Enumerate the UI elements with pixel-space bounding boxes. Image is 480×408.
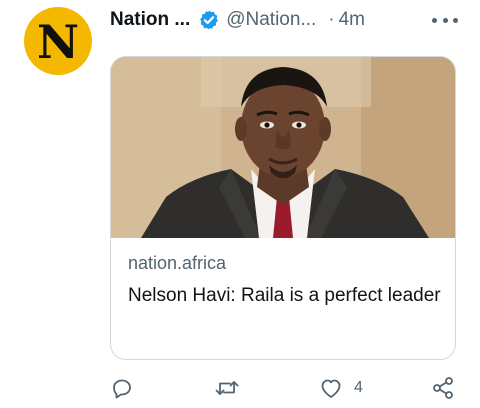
retweet-button[interactable] bbox=[214, 374, 250, 402]
avatar[interactable]: N bbox=[24, 7, 92, 75]
handle[interactable]: @Nation... bbox=[226, 9, 316, 31]
share-button[interactable] bbox=[430, 374, 456, 402]
card-image bbox=[111, 57, 455, 238]
retweet-icon bbox=[214, 376, 240, 400]
like-button[interactable]: 4 bbox=[318, 374, 363, 402]
more-icon[interactable] bbox=[432, 12, 458, 28]
share-icon bbox=[430, 375, 456, 401]
reply-icon bbox=[110, 376, 134, 400]
link-card[interactable]: nation.africa Nelson Havi: Raila is a pe… bbox=[110, 56, 456, 360]
tweet[interactable]: N Nation ... @Nation... · 4m nation.afri… bbox=[0, 0, 480, 408]
verified-badge-icon bbox=[198, 9, 220, 31]
tweet-actions: 4 bbox=[110, 374, 460, 402]
card-text: nation.africa Nelson Havi: Raila is a pe… bbox=[128, 251, 441, 309]
reply-button[interactable] bbox=[110, 374, 144, 402]
card-domain: nation.africa bbox=[128, 253, 227, 273]
avatar-letter: N bbox=[36, 15, 80, 69]
card-headline: Nelson Havi: Raila is a perfect leader bbox=[128, 285, 441, 306]
timestamp[interactable]: 4m bbox=[339, 9, 365, 31]
like-count: 4 bbox=[354, 379, 363, 396]
display-name[interactable]: Nation ... bbox=[110, 9, 190, 31]
tweet-header: Nation ... @Nation... · 4m bbox=[110, 6, 460, 34]
separator-dot: · bbox=[328, 9, 335, 30]
like-icon bbox=[318, 376, 344, 400]
